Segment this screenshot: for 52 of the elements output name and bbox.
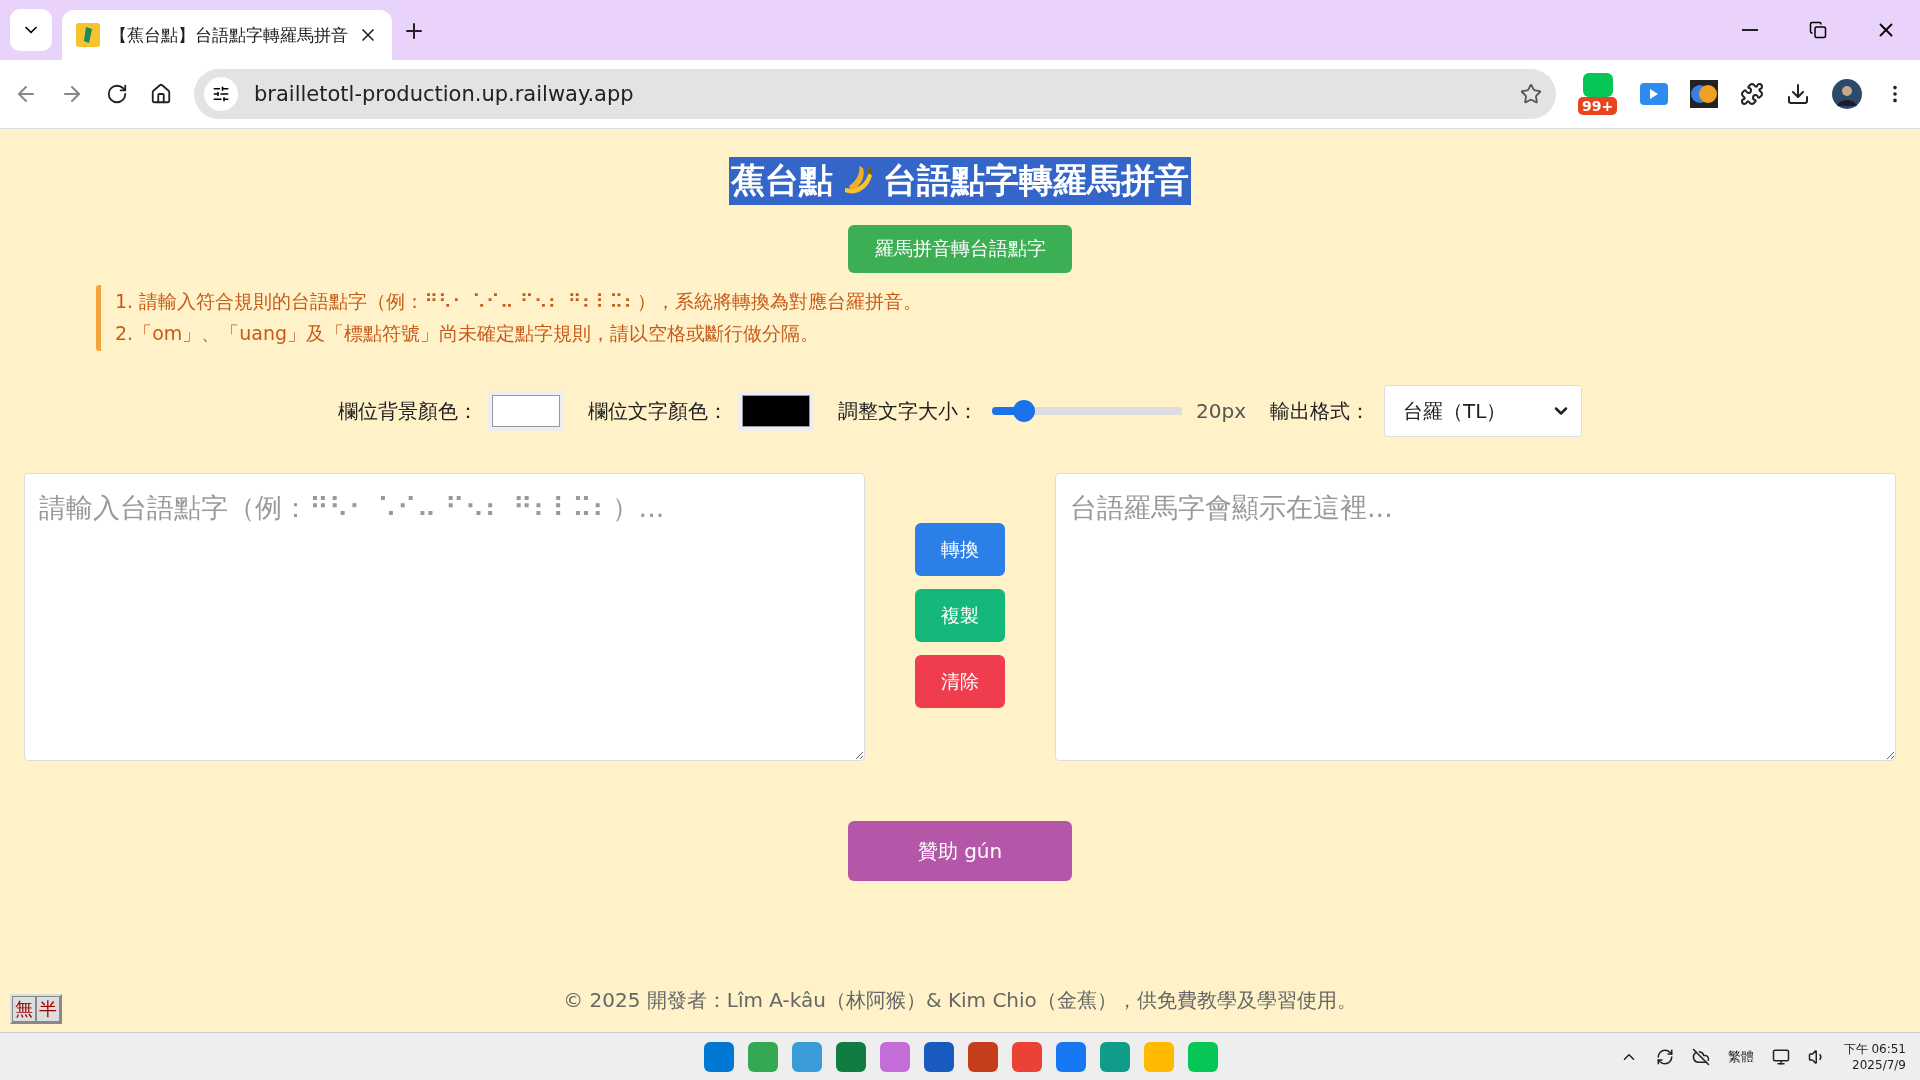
minimize-icon — [1742, 29, 1758, 31]
address-bar[interactable]: brailletotl-production.up.railway.app — [194, 69, 1556, 119]
taskbar-app-icon[interactable] — [704, 1041, 734, 1072]
network-icon[interactable] — [1771, 1047, 1790, 1066]
output-format-select[interactable]: 台羅（TL） — [1384, 385, 1582, 437]
site-settings-icon[interactable] — [204, 77, 238, 111]
taskbar-app-icon[interactable] — [836, 1041, 866, 1072]
notification-badge: 99+ — [1578, 97, 1618, 115]
cloud-off-icon[interactable] — [1691, 1047, 1710, 1066]
reload-icon[interactable] — [106, 83, 128, 105]
romanization-output-field[interactable]: 台語羅馬字會顯示在這裡... — [1055, 473, 1896, 761]
output-format-label: 輸出格式： — [1270, 397, 1370, 425]
color-label: 欄位文字顏色： — [588, 397, 728, 425]
taskbar-app-icon[interactable] — [1012, 1041, 1042, 1072]
browser-tab[interactable]: 【蕉台點】台語點字轉羅馬拼音 — [62, 10, 392, 60]
instruction-text: 2.「om」、「uang」及「標點符號」尚未確定點字規則，請以空格或斷行做分隔。 — [115, 321, 821, 346]
ime-mode-key[interactable]: 無 — [12, 996, 36, 1022]
braille-input-field[interactable]: 請輸入台語點字（例：⠛⠣⠂ ⠡⠊⠤ ⠋⠢⠆ ⠛⠆⠇⠭⠆）... — [24, 473, 865, 761]
taskbar-app-icon[interactable] — [792, 1041, 822, 1072]
footer-text: © 2025 開發者：Lîm A-kâu（林阿猴）& Kim Chio（金蕉），供免費教學及學習使用。 — [563, 987, 1357, 1014]
sync-icon[interactable] — [1655, 1047, 1674, 1066]
taskbar-app-icon[interactable] — [1100, 1041, 1130, 1072]
clear-button[interactable]: 清除 — [915, 655, 1005, 708]
brain-extension-icon[interactable] — [1690, 80, 1718, 108]
favicon-icon — [76, 23, 100, 47]
input-language-indicator[interactable]: 繁體 — [1727, 1047, 1754, 1066]
download-icon[interactable] — [1786, 82, 1810, 106]
ime-mode-key[interactable]: 半 — [36, 996, 60, 1022]
taskbar-app-icon[interactable] — [968, 1041, 998, 1072]
taskbar-app-icon[interactable] — [924, 1041, 954, 1072]
taskbar-app-icon[interactable] — [880, 1041, 910, 1072]
instruction-text: 1. 請輸入符合規則的台語點字（例：⠛⠣⠂ ⠡⠊⠤ ⠋⠢⠆ ⠛⠆⠇⠭⠆），系統將轉換為對應台羅拼音。 — [115, 289, 924, 314]
taskbar-app-icon[interactable] — [1056, 1041, 1086, 1072]
taskbar-app-icon[interactable] — [748, 1041, 778, 1072]
home-icon[interactable] — [150, 83, 172, 105]
tab-title: 【蕉台點】台語點字轉羅馬拼音 — [110, 23, 348, 47]
font-size-reading: 20px — [1196, 399, 1246, 423]
url-text: brailletotl-production.up.railway.app — [254, 82, 635, 106]
bookmark-star-icon[interactable] — [1520, 83, 1542, 105]
page-title: 蕉台點 — [731, 159, 833, 202]
convert-button[interactable]: 轉換 — [915, 523, 1005, 576]
slider-thumb[interactable] — [1013, 400, 1036, 422]
clock-time: 下午 06:51 — [1843, 1041, 1906, 1058]
restore-icon — [1809, 21, 1827, 39]
video-extension-icon[interactable] — [1640, 83, 1668, 105]
font-size-label: 調整文字大小： — [838, 397, 978, 425]
profile-avatar[interactable] — [1832, 79, 1862, 109]
clock-date: 2025/7/9 — [1852, 1058, 1906, 1072]
page-title: 台語點字轉羅馬拼音 — [883, 159, 1189, 202]
extensions-icon[interactable] — [1740, 82, 1764, 106]
color-label: 欄位背景顏色： — [338, 397, 478, 425]
sponsor-button[interactable]: 贊助 gún — [848, 821, 1072, 881]
